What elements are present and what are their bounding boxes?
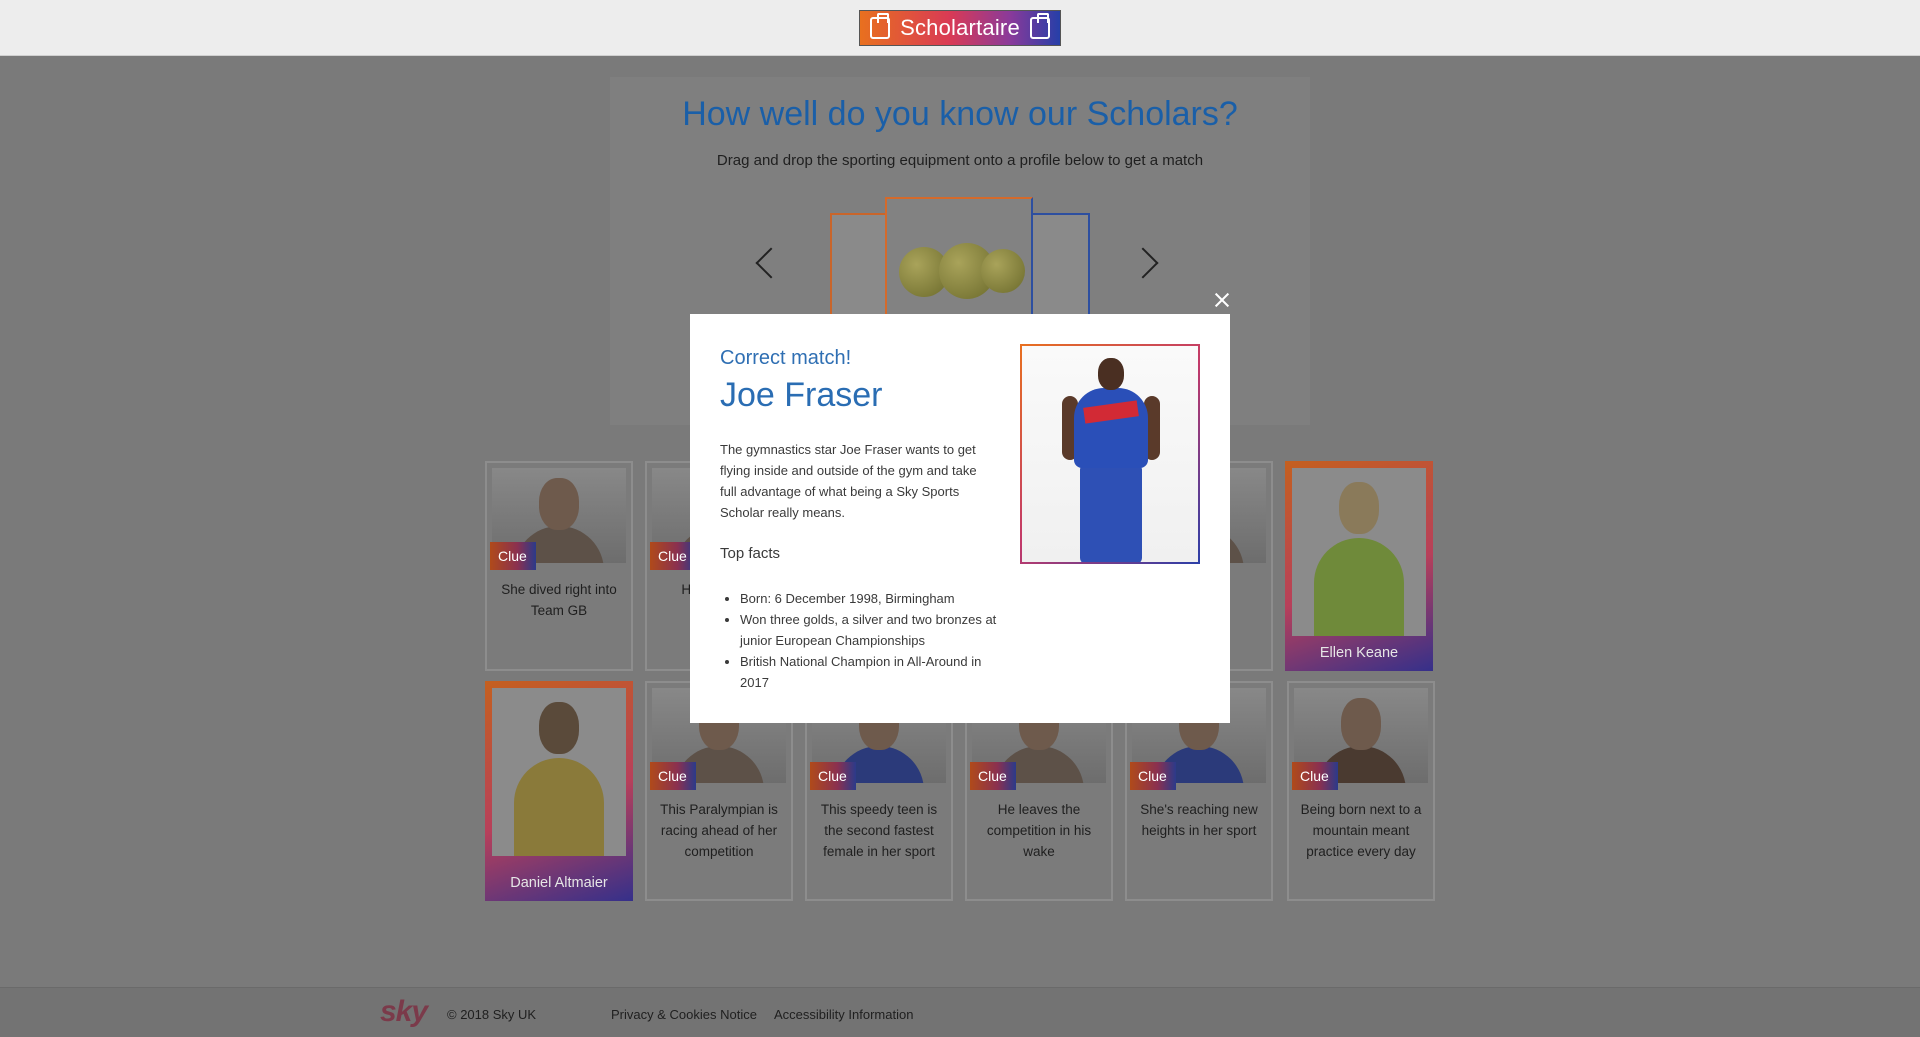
previous-arrow-icon[interactable]: [755, 247, 787, 279]
clue-badge[interactable]: Clue: [650, 762, 696, 790]
close-icon[interactable]: [1211, 289, 1233, 311]
next-arrow-icon[interactable]: [1127, 247, 1159, 279]
scholar-card[interactable]: Clue She dived right into Team GB: [485, 461, 633, 671]
scholar-photo: [492, 688, 626, 856]
privacy-link[interactable]: Privacy & Cookies Notice: [611, 1007, 757, 1022]
match-status: Correct match!: [720, 347, 852, 369]
scholar-name: Daniel Altmaier: [510, 875, 608, 891]
scholar-photo: [1292, 468, 1426, 636]
scholar-portrait: [1020, 344, 1200, 564]
footer: sky © 2018 Sky UK Privacy & Cookies Noti…: [0, 987, 1920, 1037]
scholar-card[interactable]: Clue Being born next to a mountain meant…: [1287, 681, 1435, 901]
card-icon: [1029, 13, 1050, 39]
facts-title: Top facts: [720, 545, 781, 562]
facts-list: Born: 6 December 1998, Birmingham Won th…: [740, 588, 1010, 693]
scholar-name-heading: Joe Fraser: [720, 376, 883, 414]
tennis-ball-icon: [981, 249, 1025, 293]
copyright-text: © 2018 Sky UK: [447, 1007, 537, 1022]
scholar-name: Ellen Keane: [1319, 645, 1399, 661]
clue-badge[interactable]: Clue: [490, 542, 536, 570]
top-bar: Scholartaire: [0, 0, 1920, 56]
clue-hint: Being born next to a mountain meant prac…: [1300, 802, 1422, 859]
clue-hint: She's reaching new heights in her sport: [1140, 802, 1258, 838]
sky-logo[interactable]: sky: [380, 995, 428, 1029]
scholar-card-revealed[interactable]: Ellen Keane: [1285, 461, 1433, 671]
clue-badge[interactable]: Clue: [1292, 762, 1338, 790]
clue-hint: He leaves the competition in his wake: [986, 802, 1092, 859]
match-modal: Correct match! Joe Fraser The gymnastics…: [690, 314, 1230, 723]
card-icon: [870, 13, 891, 39]
clue-hint: This Paralympian is racing ahead of her …: [660, 802, 778, 859]
clue-badge[interactable]: Clue: [970, 762, 1016, 790]
equipment-item-hurdle[interactable]: [1030, 213, 1090, 323]
fact-item: Won three golds, a silver and two bronze…: [740, 609, 1010, 651]
game-title: How well do you know our Scholars?: [682, 95, 1238, 133]
scholar-card-revealed[interactable]: Daniel Altmaier: [485, 681, 633, 901]
clue-badge[interactable]: Clue: [810, 762, 856, 790]
scholartaire-logo[interactable]: Scholartaire: [859, 10, 1061, 46]
clue-badge[interactable]: Clue: [1130, 762, 1176, 790]
game-subtitle: Drag and drop the sporting equipment ont…: [716, 152, 1204, 169]
accessibility-link[interactable]: Accessibility Information: [774, 1007, 913, 1022]
fact-item: Born: 6 December 1998, Birmingham: [740, 588, 1010, 609]
fact-item: British National Champion in All-Around …: [740, 651, 1010, 693]
scholar-description: The gymnastics star Joe Fraser wants to …: [720, 442, 977, 520]
equipment-item-tennis-balls[interactable]: [885, 197, 1033, 327]
logo-text: Scholartaire: [900, 15, 1020, 40]
clue-hint: She dived right into Team GB: [501, 582, 617, 618]
clue-hint: This speedy teen is the second fastest f…: [820, 802, 938, 859]
